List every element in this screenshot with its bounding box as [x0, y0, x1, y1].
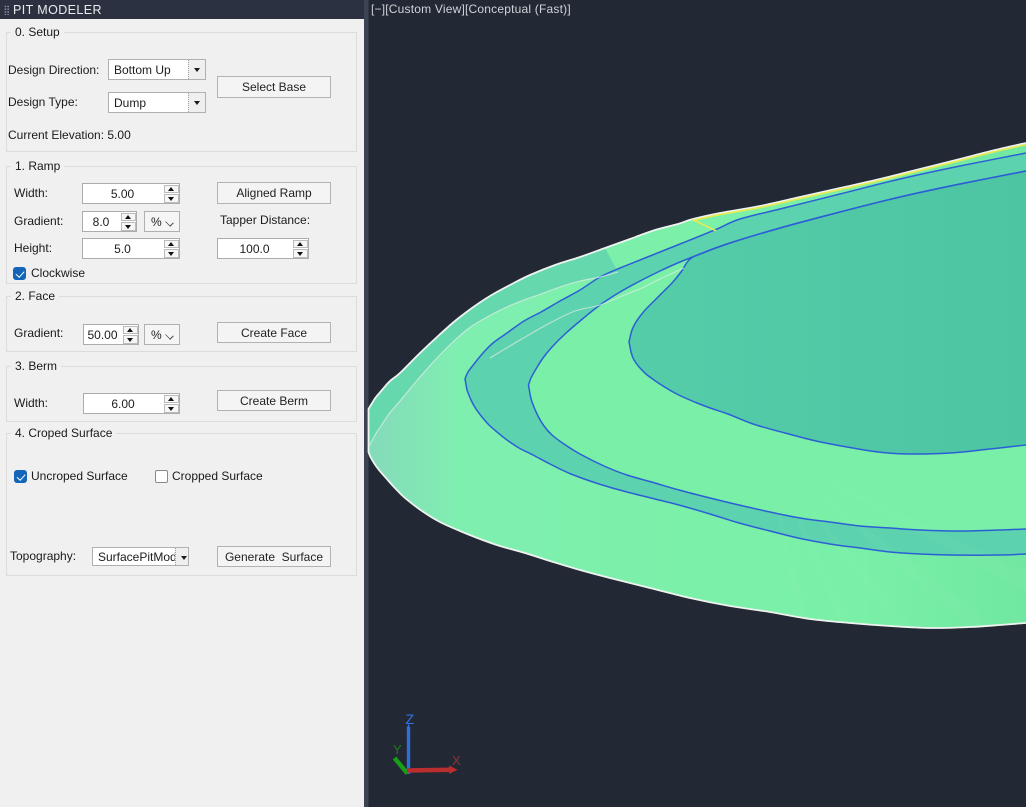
svg-text:X: X: [452, 753, 461, 768]
svg-text:Z: Z: [406, 711, 415, 727]
svg-text:Y: Y: [393, 742, 402, 757]
